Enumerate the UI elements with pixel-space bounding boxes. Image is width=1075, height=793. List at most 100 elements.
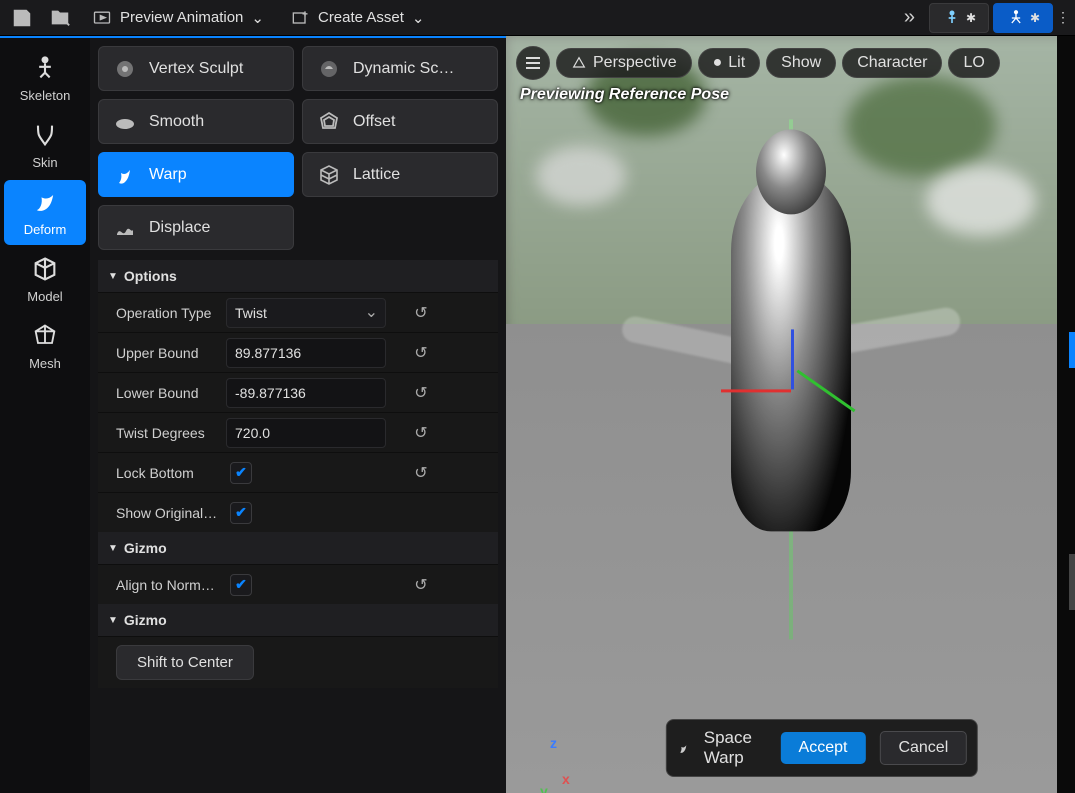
axis-z-label: z xyxy=(550,735,557,751)
lock-bottom-checkbox[interactable] xyxy=(230,462,252,484)
show-original-label: Show Original… xyxy=(98,505,226,521)
lower-bound-input[interactable] xyxy=(226,378,386,408)
warp-icon xyxy=(111,161,139,189)
viewport-show-button[interactable]: Show xyxy=(766,48,836,78)
tool-dynamic-sculpt[interactable]: Dynamic Sc… xyxy=(302,46,498,91)
mode-column: Skeleton Skin Deform Model Mesh xyxy=(0,38,90,793)
tool-vertex-sculpt-label: Vertex Sculpt xyxy=(149,60,243,78)
cancel-button[interactable]: Cancel xyxy=(879,731,967,765)
mode-model[interactable]: Model xyxy=(4,247,86,312)
shift-to-center-button[interactable]: Shift to Center xyxy=(116,645,254,680)
row-operation-type: Operation Type Twist ↺ xyxy=(98,292,498,332)
dock-tab-active[interactable] xyxy=(1069,332,1075,368)
lock-bottom-label: Lock Bottom xyxy=(98,465,226,481)
overflow-chevrons-icon[interactable]: » xyxy=(896,6,923,29)
row-upper-bound: Upper Bound ↺ xyxy=(98,332,498,372)
preview-animation-label: Preview Animation xyxy=(120,9,243,26)
disclosure-triangle-icon: ▼ xyxy=(108,615,118,626)
left-panel: Skeleton Skin Deform Model Mesh xyxy=(0,36,506,793)
dock-tab-inactive[interactable] xyxy=(1069,554,1075,610)
section-options-label: Options xyxy=(124,268,177,284)
displace-icon xyxy=(111,214,139,242)
upper-bound-input[interactable] xyxy=(226,338,386,368)
mode-skeleton[interactable]: Skeleton xyxy=(4,46,86,111)
smooth-icon xyxy=(111,108,139,136)
viewport-perspective-label: Perspective xyxy=(593,54,677,72)
more-icon[interactable]: ⋮ xyxy=(1057,4,1069,32)
align-to-normal-label: Align to Norm… xyxy=(98,577,226,593)
browse-icon[interactable] xyxy=(44,4,76,32)
axis-x-label: x xyxy=(562,771,570,787)
accept-button[interactable]: Accept xyxy=(781,732,866,764)
section-gizmo1-label: Gizmo xyxy=(124,540,167,556)
reset-icon[interactable]: ↺ xyxy=(401,575,441,595)
row-lower-bound: Lower Bound ↺ xyxy=(98,372,498,412)
twist-degrees-input[interactable] xyxy=(226,418,386,448)
mode-skin[interactable]: Skin xyxy=(4,113,86,178)
preview-animation-button[interactable]: Preview Animation ⌄ xyxy=(82,4,274,32)
mode-skin-label: Skin xyxy=(32,155,57,170)
viewport-lit-label: Lit xyxy=(728,54,745,72)
tool-displace-label: Displace xyxy=(149,219,210,237)
tool-offset[interactable]: Offset xyxy=(302,99,498,144)
section-options-header[interactable]: ▼ Options xyxy=(98,260,498,292)
lit-icon: ● xyxy=(713,54,723,72)
create-asset-button[interactable]: Create Asset ⌄ xyxy=(280,4,434,32)
tool-dynamic-sculpt-label: Dynamic Sc… xyxy=(353,60,454,78)
asset-type-pills: ✱ ✱ ⋮ xyxy=(929,3,1069,33)
lower-bound-label: Lower Bound xyxy=(98,385,226,401)
skeleton-asset-pill[interactable]: ✱ xyxy=(929,3,989,33)
lattice-icon xyxy=(315,161,343,189)
dirty-star-icon: ✱ xyxy=(966,11,976,25)
mode-deform-label: Deform xyxy=(24,222,67,237)
mode-mesh[interactable]: Mesh xyxy=(4,314,86,379)
twist-degrees-label: Twist Degrees xyxy=(98,425,226,441)
tool-smooth-label: Smooth xyxy=(149,113,204,131)
tool-warp[interactable]: Warp xyxy=(98,152,294,197)
mode-deform[interactable]: Deform xyxy=(4,180,86,245)
dirty-star-icon: ✱ xyxy=(1030,11,1040,25)
section-gizmo2-label: Gizmo xyxy=(124,612,167,628)
show-original-checkbox[interactable] xyxy=(230,502,252,524)
dialog-title: Space Warp xyxy=(704,728,761,768)
viewport-menu-button[interactable] xyxy=(516,46,550,80)
tool-displace[interactable]: Displace xyxy=(98,205,294,250)
viewport-scene xyxy=(506,36,1075,793)
align-to-normal-checkbox[interactable] xyxy=(230,574,252,596)
axis-y-label: y xyxy=(540,783,548,793)
section-gizmo1-header[interactable]: ▼ Gizmo xyxy=(98,532,498,564)
disclosure-triangle-icon: ▼ xyxy=(108,543,118,554)
viewport-toolbar: Perspective ● Lit Show Character LO xyxy=(516,46,1071,80)
chevron-down-icon: ⌄ xyxy=(412,9,425,27)
upper-bound-label: Upper Bound xyxy=(98,345,226,361)
viewport-perspective-button[interactable]: Perspective xyxy=(556,48,692,78)
section-gizmo2-header[interactable]: ▼ Gizmo xyxy=(98,604,498,636)
tool-offset-label: Offset xyxy=(353,113,395,131)
tool-accept-dialog: Space Warp Accept Cancel xyxy=(665,719,978,777)
dynamic-sculpt-icon xyxy=(315,55,343,83)
reset-icon[interactable]: ↺ xyxy=(401,343,441,363)
row-shift-to-center: Shift to Center xyxy=(98,636,498,688)
tool-lattice-label: Lattice xyxy=(353,166,400,184)
reset-icon[interactable]: ↺ xyxy=(401,423,441,443)
tool-lattice[interactable]: Lattice xyxy=(302,152,498,197)
reset-icon[interactable]: ↺ xyxy=(401,383,441,403)
mode-model-label: Model xyxy=(27,289,62,304)
top-toolbar: Preview Animation ⌄ Create Asset ⌄ » ✱ ✱… xyxy=(0,0,1075,36)
viewport-lit-button[interactable]: ● Lit xyxy=(698,48,761,78)
reset-icon[interactable]: ↺ xyxy=(401,303,441,323)
right-dock-edge xyxy=(1057,36,1075,793)
viewport-character-button[interactable]: Character xyxy=(842,48,942,78)
row-twist-degrees: Twist Degrees ↺ xyxy=(98,412,498,452)
tool-smooth[interactable]: Smooth xyxy=(98,99,294,144)
vertex-sculpt-icon xyxy=(111,55,139,83)
operation-type-select[interactable]: Twist xyxy=(226,298,386,328)
viewport-lod-button[interactable]: LO xyxy=(948,48,999,78)
save-icon[interactable] xyxy=(6,4,38,32)
viewport-status-text: Previewing Reference Pose xyxy=(520,86,729,104)
mesh-asset-pill[interactable]: ✱ xyxy=(993,3,1053,33)
tool-vertex-sculpt[interactable]: Vertex Sculpt xyxy=(98,46,294,91)
reset-icon[interactable]: ↺ xyxy=(401,463,441,483)
mode-skeleton-label: Skeleton xyxy=(20,88,71,103)
viewport[interactable]: Perspective ● Lit Show Character LO Prev… xyxy=(506,36,1075,793)
